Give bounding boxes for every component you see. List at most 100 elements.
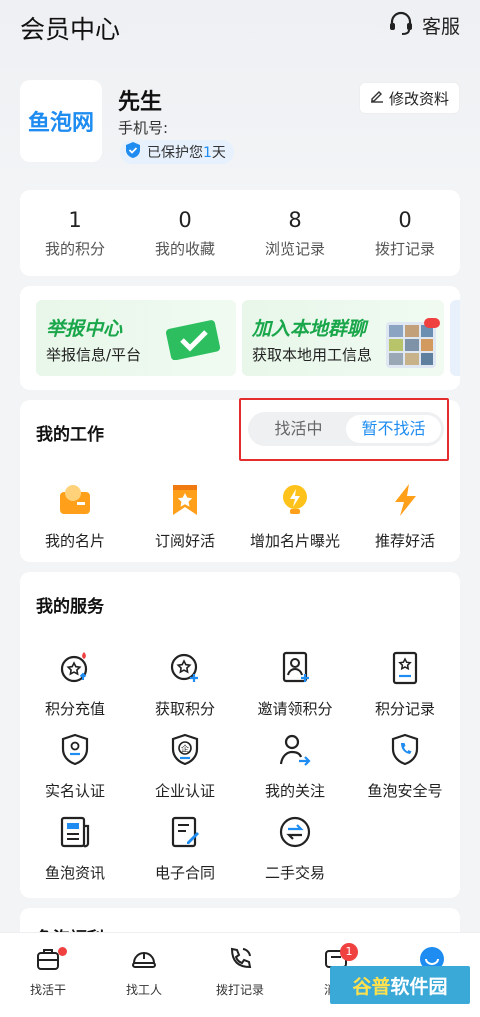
stats-card: 1 我的积分 0 我的收藏 8 浏览记录 0 拨打记录: [20, 190, 460, 276]
grid-label: 积分充值: [44, 700, 105, 718]
banner-title: 加入本地群聊: [252, 318, 367, 340]
grid-label: 鱼泡安全号: [367, 782, 443, 800]
services-row-3: 鱼泡资讯 电子合同 二手交易: [20, 812, 460, 883]
briefcase-icon: [34, 949, 62, 977]
watermark-text-1: 谷普: [352, 975, 391, 998]
work-grid: 我的名片 订阅好活 增加名片曝光 推荐好活: [20, 480, 460, 551]
local-group-banner[interactable]: 加入本地群聊 获取本地用工信息: [242, 300, 444, 376]
grid-item-get-points[interactable]: 获取积分: [130, 648, 240, 719]
protection-suffix: 天: [211, 145, 226, 161]
customer-service-button[interactable]: 客服: [388, 10, 460, 41]
news-icon: [55, 812, 95, 852]
header: 会员中心 客服: [0, 0, 480, 52]
grid-item-contract[interactable]: 电子合同: [130, 812, 240, 883]
grid-label: 获取积分: [154, 700, 215, 718]
grid-label: 我的关注: [264, 782, 325, 800]
svg-text:企: 企: [181, 744, 189, 754]
highlight-annotation-box: [239, 398, 449, 461]
banner-subtitle: 举报信息/平台: [46, 346, 142, 364]
stat-browse-history[interactable]: 8 浏览记录: [240, 190, 350, 276]
section-title: 我的工作: [36, 425, 104, 445]
grid-item-second-hand[interactable]: 二手交易: [240, 812, 350, 883]
customer-service-label: 客服: [421, 16, 460, 38]
grid-item-points-recharge[interactable]: 积分充值: [20, 648, 130, 719]
message-count-badge: 1: [340, 943, 358, 961]
grid-item-news[interactable]: 鱼泡资讯: [20, 812, 130, 883]
grid-label: 邀请领积分: [257, 700, 333, 718]
grid-label: 二手交易: [264, 864, 325, 882]
stat-label: 浏览记录: [264, 240, 325, 258]
tab-call-history[interactable]: 拨打记录: [192, 933, 288, 1017]
stat-label: 拨打记录: [374, 240, 435, 258]
grid-label: 实名认证: [44, 782, 105, 800]
services-row-2: 实名认证 企 企业认证 我的关注 鱼泡安全号: [20, 730, 460, 801]
page-title: 会员中心: [20, 15, 121, 44]
profile-section: 鱼泡网 先生 手机号: 已保护您1天 修改资料: [20, 80, 460, 170]
grid-item-subscribe[interactable]: 订阅好活: [130, 480, 240, 551]
tab-find-workers[interactable]: 找工人: [96, 933, 192, 1017]
stat-value: 8: [288, 208, 302, 232]
grid-label: 我的名片: [44, 532, 105, 550]
grid-label: 积分记录: [374, 700, 435, 718]
shield-check-icon: [124, 141, 142, 163]
grid-item-recommend[interactable]: 推荐好活: [350, 480, 460, 551]
tab-label: 拨打记录: [215, 983, 264, 997]
banner-carousel: 举报中心 举报信息/平台 加入本地群聊 获取本地用工信息: [20, 286, 460, 390]
points-recharge-icon: [55, 648, 95, 688]
user-name: 先生: [118, 90, 163, 115]
helmet-icon: [130, 952, 158, 977]
headset-icon: [388, 10, 414, 41]
stat-call-history[interactable]: 0 拨打记录: [350, 190, 460, 276]
notification-dot: [58, 947, 67, 956]
grid-label: 增加名片曝光: [249, 532, 340, 550]
phone-call-icon: [226, 947, 254, 977]
tab-find-work[interactable]: 找活干: [0, 933, 96, 1017]
grid-item-invite-points[interactable]: 邀请领积分: [240, 648, 350, 719]
report-card-icon: [164, 316, 224, 364]
invite-points-icon: [275, 648, 315, 688]
group-avatars-icon: [384, 318, 440, 374]
next-banner-peek[interactable]: [450, 300, 460, 376]
grid-label: 电子合同: [154, 864, 215, 882]
real-name-shield-icon: [55, 730, 95, 770]
enterprise-shield-icon: 企: [165, 730, 205, 770]
edit-profile-button[interactable]: 修改资料: [358, 82, 460, 114]
grid-label: 订阅好活: [154, 532, 215, 550]
trade-icon: [275, 812, 315, 852]
protection-days: 1: [203, 145, 212, 161]
follow-user-icon: [275, 730, 315, 770]
points-record-icon: [385, 648, 425, 688]
grid-label: 企业认证: [154, 782, 215, 800]
grid-item-secure-number[interactable]: 鱼泡安全号: [350, 730, 460, 801]
my-services-card: 我的服务 积分充值 获取积分 邀请领积分 积分记录 实名认证 企 企业认证 我的…: [20, 572, 460, 898]
protection-prefix: 已保护您: [147, 145, 203, 161]
grid-label: 鱼泡资讯: [44, 864, 105, 882]
grid-item-enterprise[interactable]: 企 企业认证: [130, 730, 240, 801]
phone-label: 手机号:: [118, 119, 169, 137]
lightning-bulb-icon: [275, 480, 315, 520]
app-logo: 鱼泡网: [20, 80, 102, 162]
stat-label: 我的收藏: [154, 240, 215, 258]
stat-label: 我的积分: [44, 240, 105, 258]
banner-subtitle: 获取本地用工信息: [252, 346, 373, 364]
section-title: 我的服务: [36, 597, 104, 617]
stat-favorites[interactable]: 0 我的收藏: [130, 190, 240, 276]
grid-item-boost-exposure[interactable]: 增加名片曝光: [240, 480, 350, 551]
services-row-1: 积分充值 获取积分 邀请领积分 积分记录: [20, 648, 460, 719]
edit-profile-label: 修改资料: [388, 89, 449, 108]
tab-label: 找工人: [125, 983, 162, 997]
stat-value: 1: [68, 208, 82, 232]
grid-item-points-record[interactable]: 积分记录: [350, 648, 460, 719]
tab-label: 找活干: [29, 983, 66, 997]
secure-phone-icon: [385, 730, 425, 770]
grid-item-my-follows[interactable]: 我的关注: [240, 730, 350, 801]
grid-item-real-name[interactable]: 实名认证: [20, 730, 130, 801]
grid-label: 推荐好活: [374, 532, 435, 550]
lightning-icon: [385, 480, 425, 520]
stat-points[interactable]: 1 我的积分: [20, 190, 130, 276]
stat-value: 0: [398, 208, 412, 232]
pencil-icon: [370, 89, 384, 107]
banner-title: 举报中心: [46, 318, 123, 340]
grid-item-business-card[interactable]: 我的名片: [20, 480, 130, 551]
report-center-banner[interactable]: 举报中心 举报信息/平台: [36, 300, 236, 376]
